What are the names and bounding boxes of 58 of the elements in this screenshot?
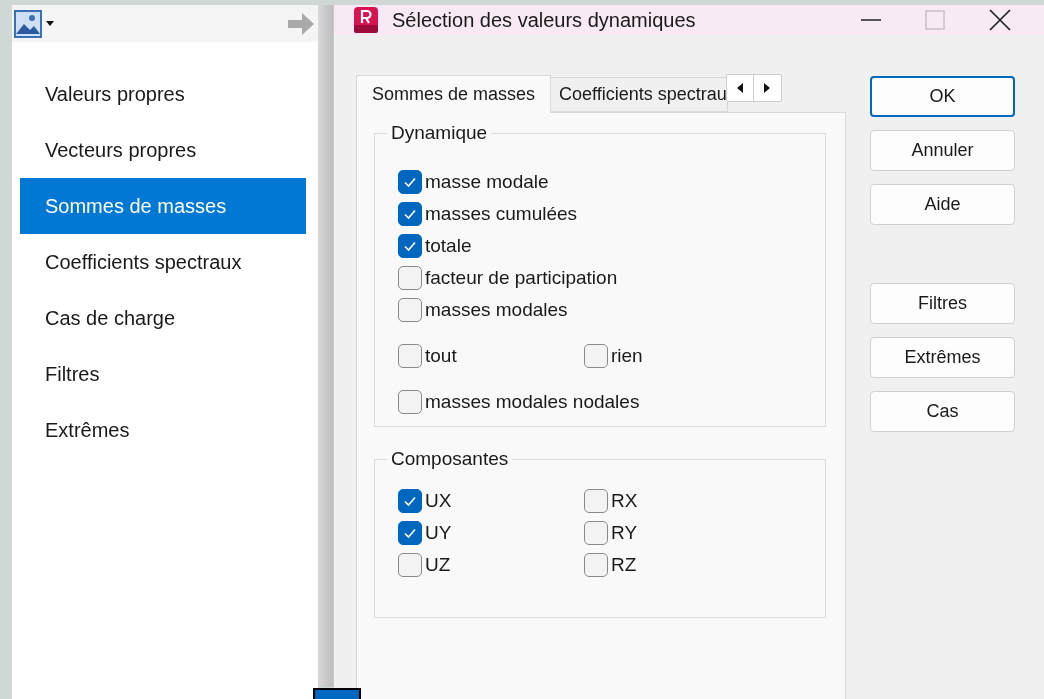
- dialog-button[interactable]: Cas: [870, 391, 1015, 432]
- dialog-button[interactable]: Extrêmes: [870, 337, 1015, 378]
- checkbox-label: RX: [611, 488, 638, 513]
- sidebar-item[interactable]: Sommes de masses: [20, 178, 306, 234]
- checkbox-label: facteur de participation: [425, 265, 618, 290]
- tab[interactable]: Coefficients spectrau: [550, 77, 728, 112]
- checkbox[interactable]: [398, 390, 422, 414]
- checkbox-label: masses modales nodales: [425, 389, 640, 414]
- dialog-button[interactable]: Aide: [870, 184, 1015, 225]
- checkbox-label: masses modales: [425, 297, 568, 322]
- checkbox-label: rien: [611, 343, 643, 368]
- close-icon[interactable]: [989, 9, 1011, 31]
- checkbox-label: RY: [611, 520, 638, 545]
- checkbox[interactable]: [584, 521, 608, 545]
- check-icon: [403, 526, 417, 540]
- sidebar-item[interactable]: Filtres: [20, 346, 306, 402]
- dialog-button[interactable]: OK: [870, 76, 1015, 117]
- left-triangle-icon: [736, 83, 743, 93]
- caret-icon[interactable]: [46, 20, 54, 27]
- square-icon: [313, 688, 361, 699]
- checkbox-label: masses cumulées: [425, 201, 578, 226]
- check-icon: [403, 239, 417, 253]
- sidebar-item[interactable]: Extrêmes: [20, 402, 306, 458]
- check-icon: [403, 207, 417, 221]
- scrollbar[interactable]: [318, 5, 333, 687]
- dialog-button[interactable]: Annuler: [870, 130, 1015, 171]
- check-icon: [403, 175, 417, 189]
- arrow-right-icon[interactable]: [286, 10, 316, 37]
- checkbox[interactable]: [398, 266, 422, 290]
- checkbox-label: UX: [425, 488, 452, 513]
- checkbox-label: UZ: [425, 552, 451, 577]
- sidebar-item[interactable]: Vecteurs propres: [20, 122, 306, 178]
- right-triangle-icon: [764, 83, 771, 93]
- image-icon[interactable]: [14, 9, 42, 38]
- sidebar-item[interactable]: Valeurs propres: [20, 66, 306, 122]
- checkbox[interactable]: [584, 553, 608, 577]
- checkbox[interactable]: [398, 489, 422, 513]
- app-logo-icon: [354, 7, 378, 33]
- window-title: Sélection des valeurs dynamiques: [392, 8, 696, 33]
- dialog-button[interactable]: Filtres: [870, 283, 1015, 324]
- checkbox-label: masse modale: [425, 169, 549, 194]
- checkbox[interactable]: [584, 344, 608, 368]
- checkbox-label: RZ: [611, 552, 637, 577]
- checkbox[interactable]: [398, 170, 422, 194]
- checkbox-label: UY: [425, 520, 452, 545]
- sidebar-item[interactable]: Cas de charge: [20, 290, 306, 346]
- checkbox[interactable]: [398, 553, 422, 577]
- checkbox[interactable]: [398, 234, 422, 258]
- tab[interactable]: Sommes de masses: [356, 75, 552, 113]
- checkbox-label: tout: [425, 343, 457, 368]
- checkbox[interactable]: [584, 489, 608, 513]
- checkbox[interactable]: [398, 298, 422, 322]
- checkbox-label: totale: [425, 233, 472, 258]
- checkbox[interactable]: [398, 202, 422, 226]
- sidebar-item[interactable]: Coefficients spectraux: [20, 234, 306, 290]
- check-icon: [403, 494, 417, 508]
- checkbox[interactable]: [398, 344, 422, 368]
- checkbox[interactable]: [398, 521, 422, 545]
